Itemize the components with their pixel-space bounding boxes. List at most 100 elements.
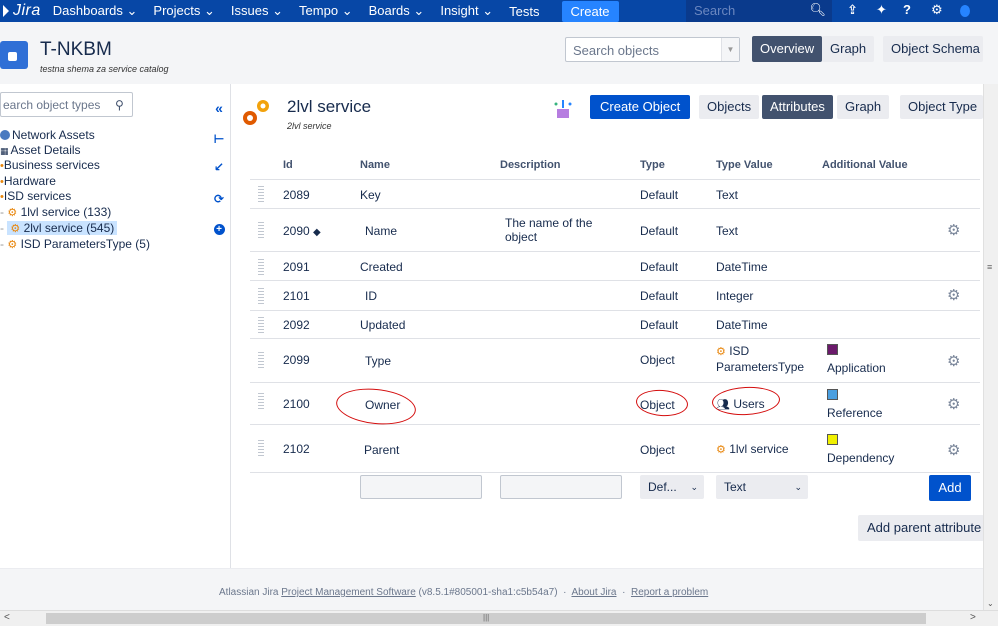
collapse-sidebar-icon[interactable]: « bbox=[210, 100, 228, 116]
tree-item-1lvl-service[interactable]: - ⚙ 1lvl service (133) bbox=[0, 205, 111, 219]
cell-additional-value: Application bbox=[827, 361, 886, 375]
cell-id: 2099 bbox=[283, 353, 310, 367]
nav-projects[interactable]: Projects ⌄ bbox=[153, 3, 215, 19]
gear-icon: ⚙ bbox=[716, 444, 726, 456]
select-value: Text bbox=[724, 480, 747, 494]
drag-handle-icon[interactable] bbox=[258, 222, 264, 238]
drag-handle-icon[interactable] bbox=[258, 186, 264, 202]
table-row[interactable]: 2101 ID Default Integer ⚙ bbox=[250, 282, 980, 311]
vertical-scrollbar[interactable]: ≡ ⌄ bbox=[983, 84, 998, 610]
nav-insight[interactable]: Insight ⌄ bbox=[440, 3, 493, 19]
tree-item-selected: ⚙ 2lvl service (545) bbox=[7, 221, 118, 235]
cell-name[interactable]: ID bbox=[365, 289, 377, 303]
nav-projects-label: Projects bbox=[153, 3, 201, 18]
table-row[interactable]: 2091 Created Default DateTime bbox=[250, 253, 980, 281]
scroll-left-icon[interactable]: < bbox=[4, 612, 10, 623]
footer-text: Atlassian Jira Project Management Softwa… bbox=[219, 587, 708, 598]
nav-boards[interactable]: Boards ⌄ bbox=[369, 3, 425, 19]
add-attribute-button[interactable]: Add bbox=[929, 475, 971, 501]
search-objects-input[interactable]: Search objects ▼ bbox=[565, 37, 740, 62]
cell-type: Default bbox=[640, 224, 679, 238]
row-settings-gear-icon[interactable]: ⚙ bbox=[947, 221, 960, 239]
table-row[interactable]: 2090 ◆ Name The name of the object Defau… bbox=[250, 210, 980, 252]
add-parent-attribute-button[interactable]: Add parent attribute bbox=[858, 515, 984, 541]
row-settings-gear-icon[interactable]: ⚙ bbox=[947, 395, 960, 413]
notifications-icon[interactable]: ✦ bbox=[876, 2, 887, 18]
table-row[interactable]: 2089 Key Default Text bbox=[250, 180, 980, 209]
tree-item-isd-services[interactable]: •ISD services bbox=[0, 189, 71, 203]
upload-icon[interactable]: ⇪ bbox=[847, 2, 858, 18]
tree-item-isd-parameterstype[interactable]: - ⚙ ISD ParametersType (5) bbox=[0, 237, 150, 251]
row-settings-gear-icon[interactable]: ⚙ bbox=[947, 286, 960, 304]
drag-handle-icon[interactable] bbox=[258, 317, 264, 333]
nav-insight-label: Insight bbox=[440, 3, 479, 18]
nav-tests[interactable]: Tests bbox=[509, 4, 539, 19]
nav-dashboards[interactable]: Dashboards ⌄ bbox=[53, 3, 138, 19]
cell-name[interactable]: Name bbox=[365, 224, 397, 238]
table-row[interactable]: 2102 Parent Object ⚙ 1lvl service Depend… bbox=[250, 426, 980, 473]
settings-gear-icon[interactable]: ⚙ bbox=[931, 2, 943, 18]
tab-attributes[interactable]: Attributes bbox=[762, 95, 833, 119]
tab-graph[interactable]: Graph bbox=[822, 36, 875, 62]
create-issue-button[interactable]: Create bbox=[561, 0, 619, 22]
tree-item-asset-details[interactable]: ▦ Asset Details bbox=[0, 143, 81, 157]
cell-description-line1: The name of the bbox=[505, 216, 593, 230]
footer-link-about-jira[interactable]: About Jira bbox=[571, 587, 616, 598]
project-avatar-icon[interactable] bbox=[0, 41, 28, 69]
footer-link-project-management[interactable]: Project Management Software bbox=[281, 587, 416, 598]
table-row[interactable]: 2092 Updated Default DateTime bbox=[250, 312, 980, 339]
collapse-arrows-icon[interactable]: ↙ bbox=[210, 160, 228, 174]
import-box-icon[interactable] bbox=[552, 98, 574, 120]
cell-name[interactable]: Type bbox=[365, 354, 391, 368]
tab-object-type[interactable]: Object Type bbox=[900, 95, 983, 119]
drag-handle-icon[interactable] bbox=[258, 259, 264, 275]
add-circle-icon[interactable]: + bbox=[210, 221, 228, 235]
row-settings-gear-icon[interactable]: ⚙ bbox=[947, 352, 960, 370]
jira-logo[interactable]: Jira bbox=[2, 2, 41, 20]
drag-handle-icon[interactable] bbox=[258, 393, 264, 409]
color-swatch bbox=[827, 434, 838, 445]
nav-issues[interactable]: Issues ⌄ bbox=[231, 3, 283, 19]
project-title: T-NKBM bbox=[40, 39, 112, 60]
scroll-right-icon[interactable]: > bbox=[970, 612, 976, 623]
drag-handle-icon[interactable] bbox=[258, 440, 264, 456]
new-attribute-description-input[interactable] bbox=[500, 475, 622, 499]
help-icon[interactable]: ? bbox=[903, 2, 911, 17]
tab-type-graph[interactable]: Graph bbox=[837, 95, 890, 119]
cell-name[interactable]: Created bbox=[360, 260, 403, 274]
avatar[interactable] bbox=[960, 5, 970, 17]
refresh-icon[interactable]: ⟳ bbox=[210, 192, 228, 206]
cell-type: Default bbox=[640, 260, 679, 274]
chevron-down-icon: ⌄ bbox=[272, 3, 284, 18]
cell-name[interactable]: Key bbox=[360, 188, 381, 202]
tree-item-business-services[interactable]: •Business services bbox=[0, 158, 100, 172]
row-settings-gear-icon[interactable]: ⚙ bbox=[947, 441, 960, 459]
tree-item-network-assets[interactable]: Network Assets bbox=[0, 128, 95, 142]
cell-id: 2101 bbox=[283, 289, 310, 303]
new-attribute-type-value-select[interactable]: Text ⌄ bbox=[716, 475, 808, 499]
object-type-search-input[interactable]: earch object types ⚲ bbox=[0, 92, 133, 117]
footer-link-report-problem[interactable]: Report a problem bbox=[631, 587, 708, 598]
tab-object-schema[interactable]: Object Schema bbox=[883, 36, 983, 62]
cell-name[interactable]: Updated bbox=[360, 318, 405, 332]
column-header-name: Name bbox=[360, 159, 390, 171]
cell-type-value-line2: ParametersType bbox=[716, 360, 805, 374]
tree-item-2lvl-service[interactable]: - ⚙ 2lvl service (545) bbox=[0, 221, 118, 235]
table-row[interactable]: 2099 Type Object ⚙ ISD ParametersType Ap… bbox=[250, 340, 980, 383]
cell-id-text: 2090 bbox=[283, 224, 310, 238]
jira-logo-text: Jira bbox=[13, 2, 41, 19]
nav-tempo[interactable]: Tempo ⌄ bbox=[299, 3, 353, 19]
cell-name[interactable]: Parent bbox=[364, 443, 399, 457]
tab-objects[interactable]: Objects bbox=[699, 95, 760, 119]
new-attribute-name-input[interactable] bbox=[360, 475, 482, 499]
drag-handle-icon[interactable] bbox=[258, 288, 264, 304]
new-attribute-type-select[interactable]: Def... ⌄ bbox=[640, 475, 704, 499]
create-object-button[interactable]: Create Object bbox=[590, 95, 691, 119]
global-search-input[interactable]: Search 🔍︎ bbox=[686, 0, 832, 22]
tree-item-hardware[interactable]: •Hardware bbox=[0, 174, 56, 188]
chevron-down-icon[interactable]: ▼ bbox=[721, 38, 739, 61]
drag-handle-icon[interactable] bbox=[258, 352, 264, 368]
tab-overview[interactable]: Overview bbox=[752, 36, 823, 62]
hierarchy-icon[interactable]: ⊢ bbox=[210, 132, 228, 146]
scroll-down-icon[interactable]: ⌄ bbox=[987, 599, 994, 608]
